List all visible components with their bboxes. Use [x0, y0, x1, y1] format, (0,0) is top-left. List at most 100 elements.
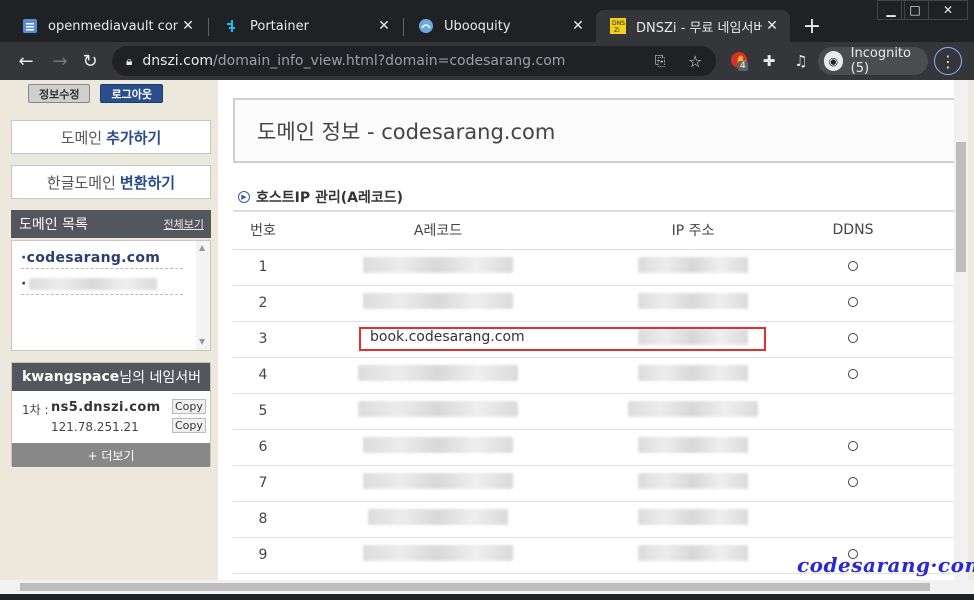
- redacted-domain: [28, 277, 157, 290]
- ddns-cell: [803, 429, 903, 466]
- ddns-circle-icon[interactable]: [848, 369, 858, 379]
- tab-dnszi[interactable]: DNSZi DNSZi - 무료 네임서버(d ✕: [596, 10, 790, 42]
- section-title: ▶ 호스트IP 관리(A레코드): [238, 187, 403, 207]
- domain-list-scrollbar[interactable]: ▲ ▼: [196, 241, 210, 350]
- maximize-button[interactable]: □: [901, 0, 929, 20]
- close-window-button[interactable]: ✕: [928, 0, 968, 20]
- svg-text:Zi: Zi: [614, 27, 620, 34]
- copy-host-button[interactable]: Copy: [172, 399, 206, 414]
- highlighted-record[interactable]: book.codesarang.com: [370, 329, 525, 345]
- ddns-cell: [803, 465, 903, 502]
- watermark: codesarang·com: [797, 553, 974, 577]
- tab-ubooquity[interactable]: Ubooquity ✕: [404, 10, 596, 42]
- redacted-ip: [628, 401, 758, 417]
- convert-domain-button[interactable]: 한글도메인 변환하기: [11, 165, 211, 199]
- more-button[interactable]: + 더보기: [12, 443, 210, 467]
- menu-icon[interactable]: ⋮: [934, 47, 962, 75]
- ip-cell: [583, 393, 803, 430]
- incognito-indicator[interactable]: ◉ Incognito (5): [818, 46, 928, 76]
- column-header: DDNS: [803, 210, 903, 250]
- media-control-icon[interactable]: ♫: [789, 49, 813, 73]
- forward-icon[interactable]: →: [48, 49, 72, 73]
- column-header: A레코드: [293, 210, 583, 250]
- redacted-record: [363, 257, 513, 273]
- new-tab-button[interactable]: +: [800, 14, 824, 39]
- page-horizontal-scrollbar[interactable]: [0, 580, 974, 594]
- row-number: 8: [233, 501, 293, 538]
- ddns-circle-icon[interactable]: [848, 261, 858, 271]
- reload-icon[interactable]: ↻: [78, 49, 102, 73]
- ip-cell: [583, 285, 803, 322]
- a-record-cell: [293, 249, 583, 286]
- table-row: 2: [233, 285, 960, 322]
- star-icon[interactable]: ☆: [688, 52, 702, 71]
- domain-list: ·codesarang.com · ▲ ▼: [11, 240, 211, 351]
- close-icon[interactable]: ✕: [568, 18, 588, 34]
- table-row: 4: [233, 357, 960, 394]
- a-record-cell: [293, 501, 583, 538]
- view-all-link[interactable]: 전체보기: [164, 216, 204, 232]
- table-row: 1: [233, 249, 960, 286]
- ddns-circle-icon[interactable]: [848, 297, 858, 307]
- incognito-icon: ◉: [824, 51, 843, 71]
- table-header-row: 번호 A레코드 IP 주소 DDNS: [233, 210, 960, 250]
- tab-title: Ubooquity: [444, 18, 511, 34]
- domain-list-title: 도메인 목록: [19, 217, 88, 233]
- a-record-cell: [293, 465, 583, 502]
- translate-icon[interactable]: ⎘: [655, 54, 665, 69]
- back-icon[interactable]: ←: [14, 49, 38, 73]
- table-row: 7: [233, 465, 960, 502]
- row-number: 4: [233, 357, 293, 394]
- ddns-circle-icon[interactable]: [848, 333, 858, 343]
- table-row: 5: [233, 393, 960, 430]
- scrollbar-thumb[interactable]: [956, 142, 966, 272]
- dnszi-icon: DNS Zi: [610, 18, 626, 34]
- ns-primary-host: ns5.dnszi.com: [51, 400, 161, 415]
- extension-icon[interactable]: ✋ 4: [728, 49, 752, 73]
- column-header: IP 주소: [583, 210, 803, 250]
- a-record-cell: [293, 393, 583, 430]
- domain-list-item[interactable]: ·: [21, 273, 183, 295]
- close-icon[interactable]: ✕: [178, 18, 198, 34]
- edit-info-button[interactable]: 정보수정: [28, 84, 91, 103]
- redacted-ip: [638, 545, 748, 561]
- tab-title: DNSZi - 무료 네임서버(d: [636, 20, 762, 36]
- row-number: 6: [233, 429, 293, 466]
- a-record-cell: [293, 357, 583, 394]
- redacted-record: [363, 473, 513, 489]
- a-record-cell: [293, 429, 583, 466]
- domain-list-item[interactable]: ·codesarang.com: [21, 247, 183, 269]
- ddns-circle-icon[interactable]: [848, 477, 858, 487]
- add-domain-action: 추가하기: [106, 128, 162, 147]
- redacted-ip: [638, 509, 748, 525]
- row-number: 3: [233, 321, 293, 358]
- close-icon[interactable]: ✕: [374, 18, 394, 34]
- tab-openmediavault[interactable]: openmediavault control ✕: [8, 10, 206, 42]
- tab-title: openmediavault control: [48, 18, 178, 34]
- address-bar[interactable]: 🔒︎ dnszi.com/domain_info_view.html?domai…: [112, 46, 716, 76]
- table-row: 8: [233, 501, 960, 538]
- ddns-cell: [803, 357, 903, 394]
- url-host: dnszi.com: [142, 53, 214, 69]
- toolbar: ← → ↻ 🔒︎ dnszi.com/domain_info_view.html…: [0, 42, 974, 80]
- page-vertical-scrollbar[interactable]: [954, 80, 968, 580]
- logout-button[interactable]: 로그아웃: [100, 84, 163, 103]
- puzzle-icon[interactable]: ✚: [757, 49, 781, 73]
- svg-text:DNS: DNS: [612, 20, 625, 27]
- tab-portainer[interactable]: Portainer ✕: [210, 10, 402, 42]
- redacted-ip: [638, 257, 748, 273]
- browser-chrome: openmediavault control ✕ Portainer ✕ Ubo…: [0, 0, 974, 80]
- ddns-circle-icon[interactable]: [848, 441, 858, 451]
- table-row: 6: [233, 429, 960, 466]
- scrollbar-thumb[interactable]: [20, 583, 930, 591]
- copy-ip-button[interactable]: Copy: [172, 418, 206, 433]
- close-icon[interactable]: ✕: [762, 18, 782, 34]
- redacted-record: [363, 437, 513, 453]
- add-domain-button[interactable]: 도메인 추가하기: [11, 120, 211, 154]
- domain-list-header: 도메인 목록 전체보기: [11, 210, 211, 238]
- ns-user: kwangspace: [22, 369, 120, 385]
- main-content: 도메인 정보 - codesarang.com ▶ 호스트IP 관리(A레코드)…: [218, 80, 963, 580]
- row-number: 5: [233, 393, 293, 430]
- tab-title: Portainer: [250, 18, 309, 34]
- nameserver-header: kwangspace 님의 네임서버: [12, 363, 210, 391]
